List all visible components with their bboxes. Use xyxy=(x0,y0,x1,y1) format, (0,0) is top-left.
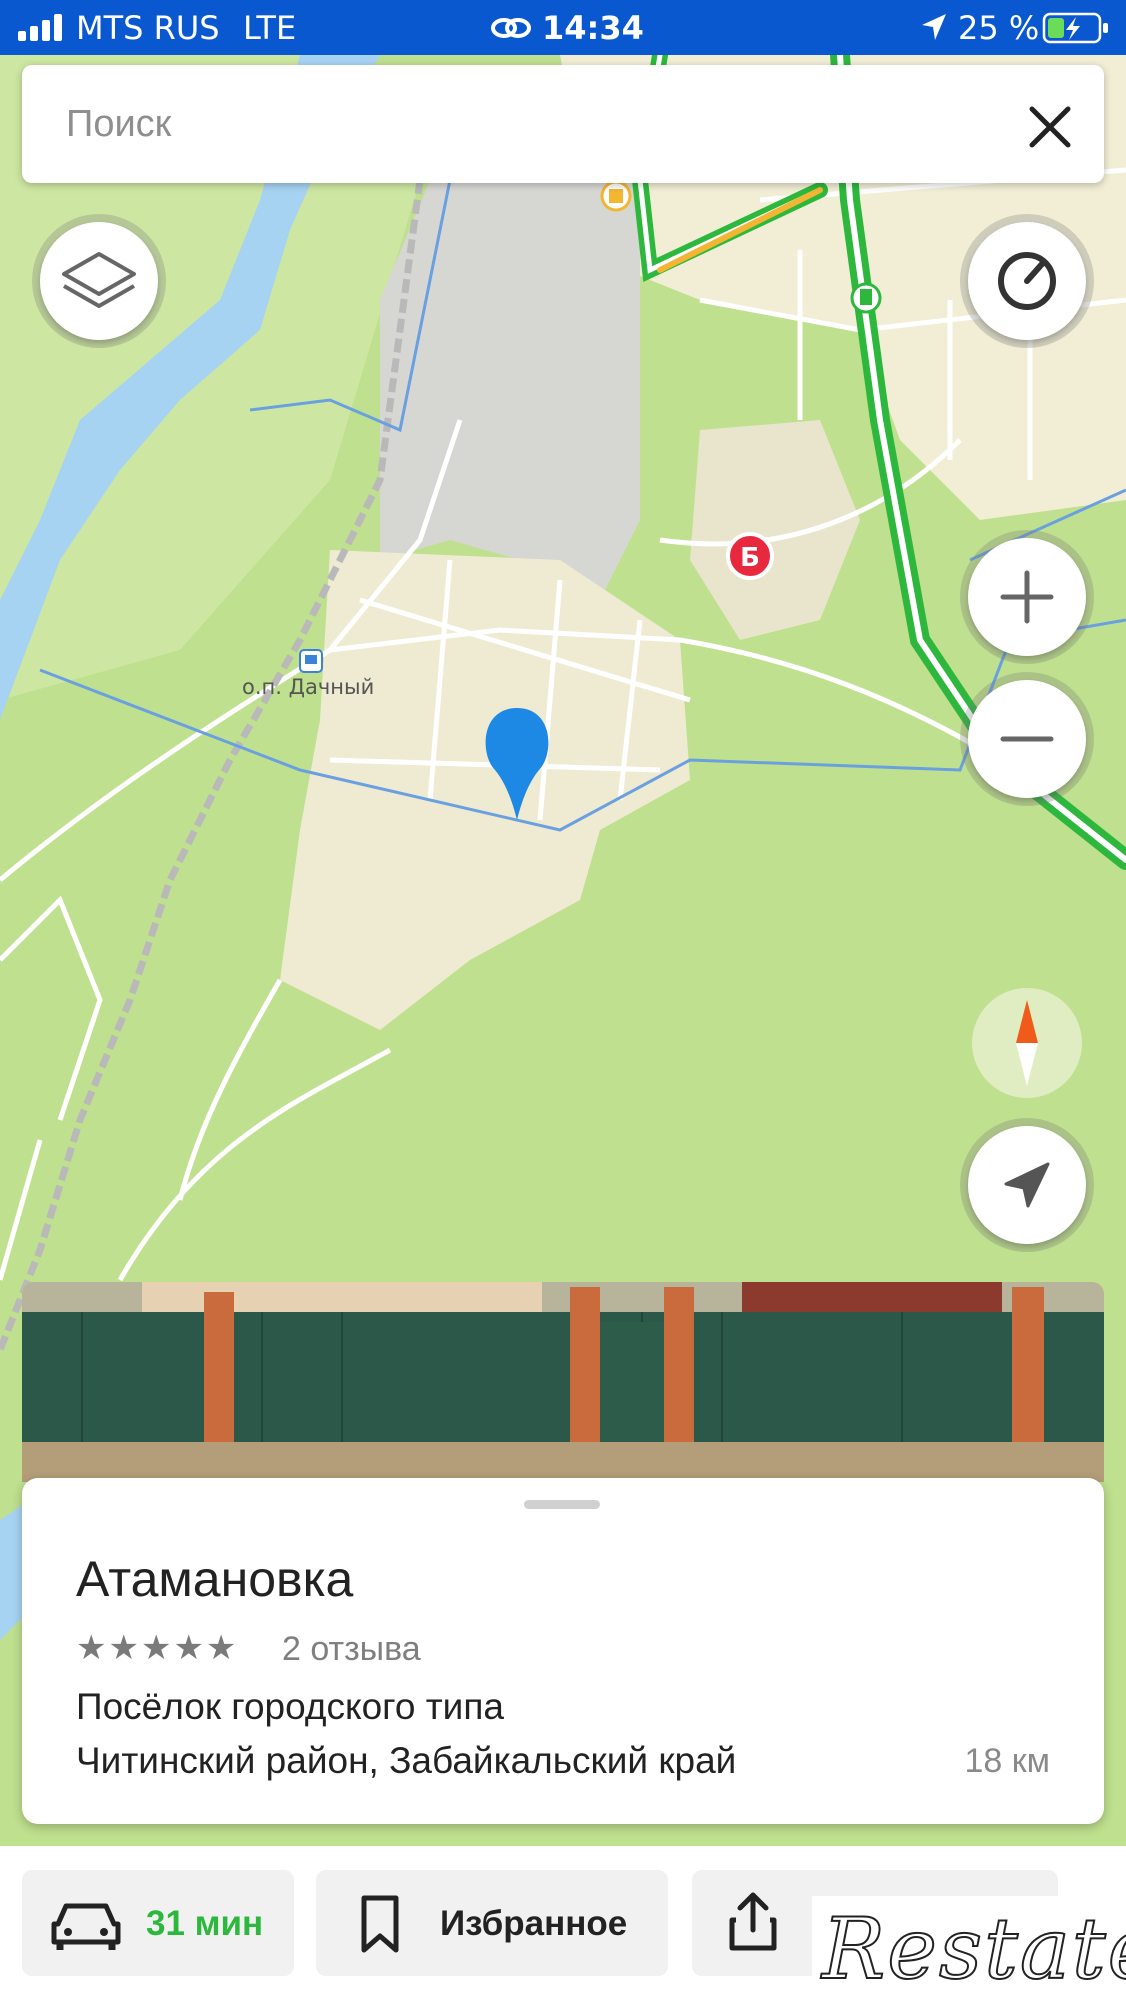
minus-icon xyxy=(1000,736,1054,742)
watermark-logo: Restate xyxy=(821,1899,1126,1999)
rating-stars[interactable]: ★★★★★ xyxy=(76,1628,238,1668)
place-region: Читинский район, Забайкальский край xyxy=(76,1740,737,1781)
route-time: 31 мин xyxy=(146,1904,264,1943)
place-title: Атамановка xyxy=(76,1551,354,1607)
traffic-button[interactable] xyxy=(968,222,1086,340)
compass-button[interactable] xyxy=(972,988,1082,1098)
zoom-in-button[interactable] xyxy=(968,538,1086,656)
favorites-button[interactable]: Избранное xyxy=(316,1870,668,1976)
bookmark-icon xyxy=(361,1895,399,1953)
search-input[interactable]: Поиск xyxy=(66,103,171,146)
place-photo[interactable] xyxy=(22,1282,1104,1482)
share-icon xyxy=(729,1892,777,1951)
station-label: о.п. Дачный xyxy=(242,675,375,699)
battery-icon xyxy=(1042,12,1108,44)
traffic-icon xyxy=(998,252,1056,310)
status-bar: MTS RUS LTE 14:34 25 % xyxy=(0,0,1126,55)
layers-button[interactable] xyxy=(40,222,158,340)
hospital-marker-label: Б xyxy=(740,543,760,573)
layers-icon xyxy=(62,252,136,308)
place-type: Посёлок городского типа xyxy=(76,1686,504,1727)
network-type: LTE xyxy=(243,9,297,47)
place-card[interactable]: Атамановка ★★★★★ 2 отзыва Посёлок городс… xyxy=(22,1478,1104,1824)
navigation-arrow-icon xyxy=(1004,1162,1050,1208)
search-bar[interactable]: Поиск xyxy=(22,65,1104,183)
route-button[interactable]: 31 мин xyxy=(22,1870,294,1976)
my-location-button[interactable] xyxy=(968,1126,1086,1244)
close-icon[interactable] xyxy=(1028,105,1072,149)
distance-label: 18 км xyxy=(964,1742,1050,1780)
plus-icon xyxy=(1000,570,1054,624)
reviews-link[interactable]: 2 отзыва xyxy=(282,1630,421,1669)
carrier-name: MTS RUS xyxy=(76,9,220,47)
car-icon xyxy=(51,1903,121,1950)
location-arrow-icon xyxy=(922,14,946,40)
favorites-label: Избранное xyxy=(440,1904,628,1943)
link-icon xyxy=(491,18,531,38)
drag-handle[interactable] xyxy=(524,1500,600,1509)
watermark-area: Restate xyxy=(812,1896,1126,2000)
clock: 14:34 xyxy=(542,9,644,47)
zoom-out-button[interactable] xyxy=(968,680,1086,798)
battery-percent: 25 % xyxy=(958,9,1040,47)
compass-icon xyxy=(1016,1000,1038,1086)
